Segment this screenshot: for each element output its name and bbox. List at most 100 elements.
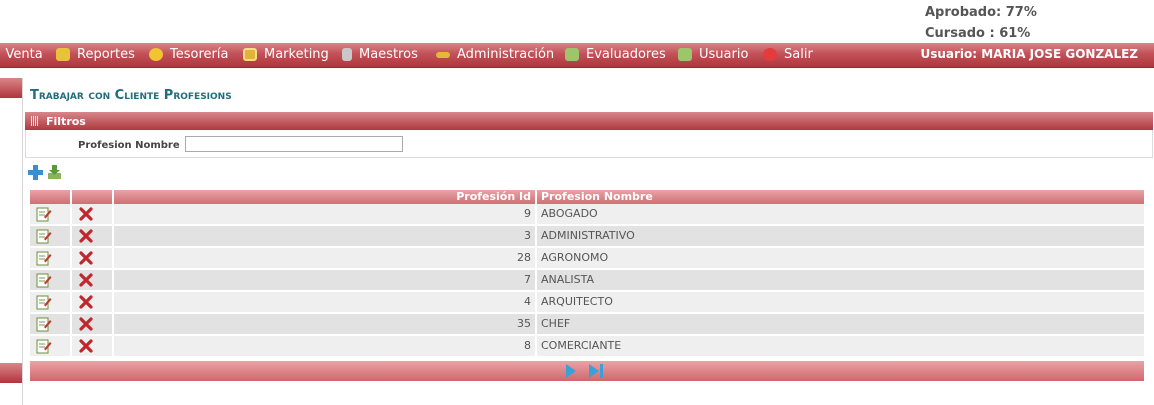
- current-user: Usuario: MARIA JOSE GONZALEZ: [920, 47, 1138, 61]
- delete-icon[interactable]: [78, 228, 94, 244]
- table-row: 4 ARQUITECTO: [30, 292, 1144, 314]
- menu-item-tesoreria[interactable]: Tesorería: [149, 47, 228, 62]
- left-divider: [22, 78, 23, 405]
- edit-icon[interactable]: [36, 250, 52, 266]
- delete-cell: [72, 204, 114, 226]
- grip-icon: [31, 116, 38, 126]
- menu-label: Tesorería: [170, 47, 229, 62]
- delete-icon[interactable]: [78, 338, 94, 354]
- delete-icon[interactable]: [78, 316, 94, 332]
- menu-item-maestros[interactable]: Maestros: [342, 47, 418, 62]
- profesion-nombre-cell: CHEF: [537, 314, 1144, 336]
- delete-cell: [72, 336, 114, 358]
- delete-icon[interactable]: [78, 206, 94, 222]
- left-sidebar-tab[interactable]: [0, 78, 22, 98]
- progress-stats: Aprobado: 77% Cursado : 61%: [925, 2, 1037, 44]
- pager-bar: [30, 361, 1144, 381]
- menu-label: Marketing: [264, 47, 329, 62]
- menu-item-reportes[interactable]: Reportes: [56, 47, 135, 62]
- delete-icon[interactable]: [78, 272, 94, 288]
- profesion-nombre-cell: COMERCIANTE: [537, 336, 1144, 358]
- menu-label: Administración: [457, 47, 555, 62]
- delete-cell: [72, 226, 114, 248]
- edit-cell: [30, 292, 72, 314]
- table-row: 28 AGRONOMO: [30, 248, 1144, 270]
- reports-icon: [56, 48, 70, 61]
- menu-item-salir[interactable]: Salir: [763, 47, 813, 62]
- user-name: MARIA JOSE GONZALEZ: [981, 47, 1138, 61]
- profesion-nombre-cell: AGRONOMO: [537, 248, 1144, 270]
- profesion-id-cell: 4: [114, 292, 537, 314]
- delete-cell: [72, 248, 114, 270]
- delete-cell: [72, 270, 114, 292]
- delete-cell: [72, 314, 114, 336]
- menu-label: Usuario: [699, 47, 749, 62]
- edit-cell: [30, 314, 72, 336]
- table-row: 9 ABOGADO: [30, 204, 1144, 226]
- edit-cell: [30, 204, 72, 226]
- delete-cell: [72, 292, 114, 314]
- profesion-nombre-cell: ABOGADO: [537, 204, 1144, 226]
- profesion-nombre-label: Profesion Nombre: [78, 140, 180, 151]
- delete-icon[interactable]: [78, 294, 94, 310]
- profesion-nombre-cell: ADMINISTRATIVO: [537, 226, 1144, 248]
- header-edit: [30, 190, 72, 204]
- last-page-icon[interactable]: [588, 363, 606, 379]
- key-icon: [436, 51, 450, 58]
- table-row: 35 CHEF: [30, 314, 1144, 336]
- edit-icon[interactable]: [36, 272, 52, 288]
- left-sidebar-tab-bottom[interactable]: [0, 363, 22, 383]
- table-row: 8 COMERCIANTE: [30, 336, 1144, 358]
- edit-icon[interactable]: [36, 206, 52, 222]
- profesion-id-cell: 3: [114, 226, 537, 248]
- table-row: 3 ADMINISTRATIVO: [30, 226, 1144, 248]
- menu-item-usuario[interactable]: Usuario: [678, 47, 748, 62]
- page-title: Trabajar con Cliente Profesions: [30, 88, 232, 103]
- profesion-id-cell: 9: [114, 204, 537, 226]
- edit-cell: [30, 270, 72, 292]
- edit-cell: [30, 336, 72, 358]
- table-row: 7 ANALISTA: [30, 270, 1144, 292]
- edit-icon[interactable]: [36, 316, 52, 332]
- menu-label: : Venta: [0, 47, 43, 62]
- coin-icon: [149, 48, 163, 61]
- profesions-table: Profesión Id Profesion Nombre 9 ABOGADO 3 A…: [30, 190, 1144, 358]
- profesion-id-cell: 8: [114, 336, 537, 358]
- taken-stat: Cursado : 61%: [925, 26, 1031, 41]
- profesion-nombre-cell: ANALISTA: [537, 270, 1144, 292]
- profesion-nombre-cell: ARQUITECTO: [537, 292, 1144, 314]
- menu-label: Reportes: [77, 47, 135, 62]
- group-icon: [565, 48, 579, 61]
- profesion-id-cell: 35: [114, 314, 537, 336]
- table-body: 9 ABOGADO 3 ADMINISTRATIVO 28 AGRONOMO 7 ANALIS…: [30, 204, 1144, 358]
- delete-icon[interactable]: [78, 250, 94, 266]
- edit-cell: [30, 248, 72, 270]
- header-profesion-id[interactable]: Profesión Id: [114, 190, 537, 204]
- header-delete: [72, 190, 114, 204]
- export-icon[interactable]: [47, 164, 62, 180]
- table-header: Profesión Id Profesion Nombre: [30, 190, 1144, 204]
- menu-label: Salir: [784, 47, 813, 62]
- menu-item-evaluadores[interactable]: Evaluadores: [565, 47, 666, 62]
- approved-stat: Aprobado: 77%: [925, 5, 1037, 20]
- next-page-icon[interactable]: [564, 363, 578, 379]
- edit-cell: [30, 226, 72, 248]
- menu-label: Evaluadores: [586, 47, 666, 62]
- edit-icon[interactable]: [36, 338, 52, 354]
- header-profesion-nombre[interactable]: Profesion Nombre: [537, 190, 1144, 204]
- menu-item-administracion[interactable]: Administración: [436, 47, 554, 62]
- edit-icon[interactable]: [36, 294, 52, 310]
- menu-item-marketing[interactable]: Marketing: [243, 47, 329, 62]
- filters-header[interactable]: Filtros: [25, 112, 1153, 130]
- menu-item-venta[interactable]: : Venta: [0, 47, 43, 62]
- profesion-id-cell: 28: [114, 248, 537, 270]
- profesion-nombre-input[interactable]: [185, 136, 403, 152]
- user-icon: [678, 48, 692, 61]
- monitor-icon: [243, 48, 257, 61]
- database-icon: [342, 48, 352, 61]
- menu-label: Maestros: [359, 47, 418, 62]
- filters-title: Filtros: [46, 114, 86, 128]
- edit-icon[interactable]: [36, 228, 52, 244]
- add-icon[interactable]: [28, 165, 43, 180]
- main-menu-bar: : Venta Reportes Tesorería Marketing Mae…: [0, 43, 1154, 68]
